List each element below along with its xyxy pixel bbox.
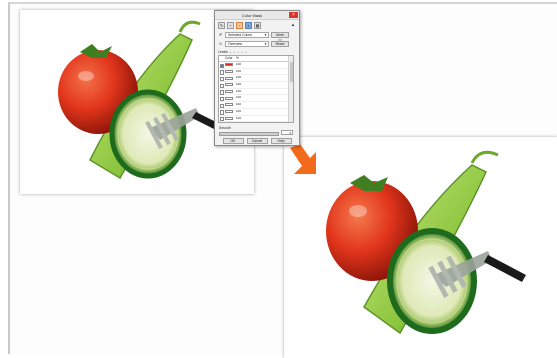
color-swatch[interactable] <box>225 63 233 67</box>
table-row[interactable]: 100 <box>219 109 293 116</box>
row-color-cell <box>225 122 236 123</box>
ok-button[interactable]: OK <box>222 138 244 144</box>
row-checkbox[interactable] <box>220 63 225 68</box>
color-swatch[interactable] <box>225 96 233 100</box>
color-table-body: 100100100100100100100100100100 <box>219 62 293 123</box>
chevron-down-icon: ▼ <box>264 41 267 46</box>
grid-icon[interactable]: ▦ <box>254 22 261 29</box>
smooth-value-field[interactable]: 0 <box>281 130 293 135</box>
table-scrollbar[interactable] <box>288 56 293 122</box>
chevron-down-icon: ▼ <box>264 32 267 37</box>
dialog-titlebar[interactable]: Color Mask × <box>215 11 299 20</box>
dialog-footer: OK Cancel Help <box>219 138 295 144</box>
row-checkbox[interactable] <box>220 96 225 102</box>
row-color-cell <box>225 75 236 81</box>
color-swatch[interactable] <box>225 69 233 73</box>
row-checkbox[interactable] <box>220 103 225 109</box>
brush-icon[interactable]: ✐ <box>218 32 223 37</box>
levels-label: Levels <box>218 49 228 54</box>
row-color-cell <box>225 62 236 68</box>
eyedropper-icon[interactable]: ✎ <box>218 22 225 29</box>
help-button[interactable]: Help <box>270 138 292 144</box>
row-percent-value: 100 <box>236 115 242 120</box>
reset-button[interactable]: Reset <box>271 40 289 47</box>
result-photo[interactable] <box>284 137 557 358</box>
row-color-cell <box>225 109 236 115</box>
table-row[interactable]: 100 <box>219 115 293 122</box>
row-percent-value: 100 <box>236 108 242 113</box>
row-color-cell <box>225 82 236 88</box>
add-icon[interactable]: + <box>227 22 234 29</box>
dialog-toolbar: ✎ + − ▪ ▦ <box>218 22 261 29</box>
table-row[interactable]: 100 <box>219 122 293 123</box>
vegetables-result-image <box>326 150 526 335</box>
table-row[interactable]: 100 <box>219 62 293 69</box>
table-row[interactable]: 100 <box>219 82 293 89</box>
selection-row: ✐ Selected Colors ▼ More >> <box>218 31 296 42</box>
color-swatch-icon[interactable]: ▪ <box>245 22 252 29</box>
table-header-color: Color <box>225 56 233 60</box>
color-mask-dialog: Color Mask × ✎ + − ▪ ▦ ▲ ✐ Selected Colo… <box>214 10 300 146</box>
table-header-percent: % <box>236 56 239 60</box>
color-swatch[interactable] <box>225 103 233 107</box>
table-row[interactable]: 100 <box>219 95 293 103</box>
table-row[interactable]: 100 <box>219 69 293 76</box>
row-checkbox[interactable] <box>220 83 225 88</box>
levels-row: Levels • • • • • <box>218 49 296 54</box>
cancel-button[interactable]: Cancel <box>246 138 268 144</box>
row-color-cell <box>225 95 236 101</box>
dialog-title: Color Mask <box>241 12 263 18</box>
scrollbar-thumb[interactable] <box>289 62 293 82</box>
row-checkbox[interactable] <box>220 110 225 115</box>
table-row[interactable]: 100 <box>219 75 293 83</box>
table-row[interactable]: 100 <box>219 89 293 96</box>
row-color-cell <box>225 89 236 95</box>
row-checkbox-cell <box>219 122 225 123</box>
warning-icon: ⚠ <box>218 41 223 46</box>
row-checkbox[interactable] <box>220 76 225 82</box>
row-percent-value: 100 <box>236 68 242 73</box>
color-table[interactable]: Color % 100100100100100100100100100100 <box>218 55 294 123</box>
row-color-cell <box>225 116 236 122</box>
color-swatch[interactable] <box>225 110 233 114</box>
row-color-cell <box>225 69 236 75</box>
selection-dropdown[interactable]: Selected Colors ▼ <box>225 31 269 38</box>
table-row[interactable]: 100 <box>219 102 293 109</box>
smooth-slider[interactable] <box>219 132 279 136</box>
row-checkbox[interactable] <box>220 117 225 122</box>
arrow-icon <box>286 142 322 178</box>
screenshot-stage: Color Mask × ✎ + − ▪ ▦ ▲ ✐ Selected Colo… <box>0 0 557 358</box>
row-percent-value: 100 <box>236 95 242 100</box>
row-percent-value: 100 <box>236 122 256 123</box>
row-color-cell <box>225 102 236 108</box>
color-swatch[interactable] <box>225 76 233 80</box>
row-percent-value: 100 <box>236 102 242 107</box>
mode-dropdown-value: Overview <box>228 41 243 46</box>
row-percent-value: 100 <box>236 62 242 66</box>
row-checkbox[interactable] <box>220 90 225 95</box>
mode-row: ⚠ Overview ▼ Reset <box>218 40 296 47</box>
color-swatch[interactable] <box>225 90 233 94</box>
mode-dropdown[interactable]: Overview ▼ <box>225 40 269 47</box>
subtract-icon[interactable]: − <box>236 22 243 29</box>
color-swatch[interactable] <box>225 116 233 120</box>
chevron-up-icon[interactable]: ▲ <box>291 22 295 27</box>
row-percent-value: 100 <box>236 88 242 93</box>
row-percent-value: 100 <box>236 75 242 80</box>
row-percent-value: 100 <box>236 82 242 87</box>
color-swatch[interactable] <box>225 83 233 87</box>
close-icon[interactable]: × <box>289 12 298 18</box>
smooth-label: Smooth <box>219 126 231 130</box>
row-checkbox[interactable] <box>220 70 225 75</box>
levels-indicator[interactable]: • • • • • <box>230 50 248 54</box>
selection-dropdown-value: Selected Colors <box>228 32 252 37</box>
more-button[interactable]: More >> <box>271 31 289 42</box>
